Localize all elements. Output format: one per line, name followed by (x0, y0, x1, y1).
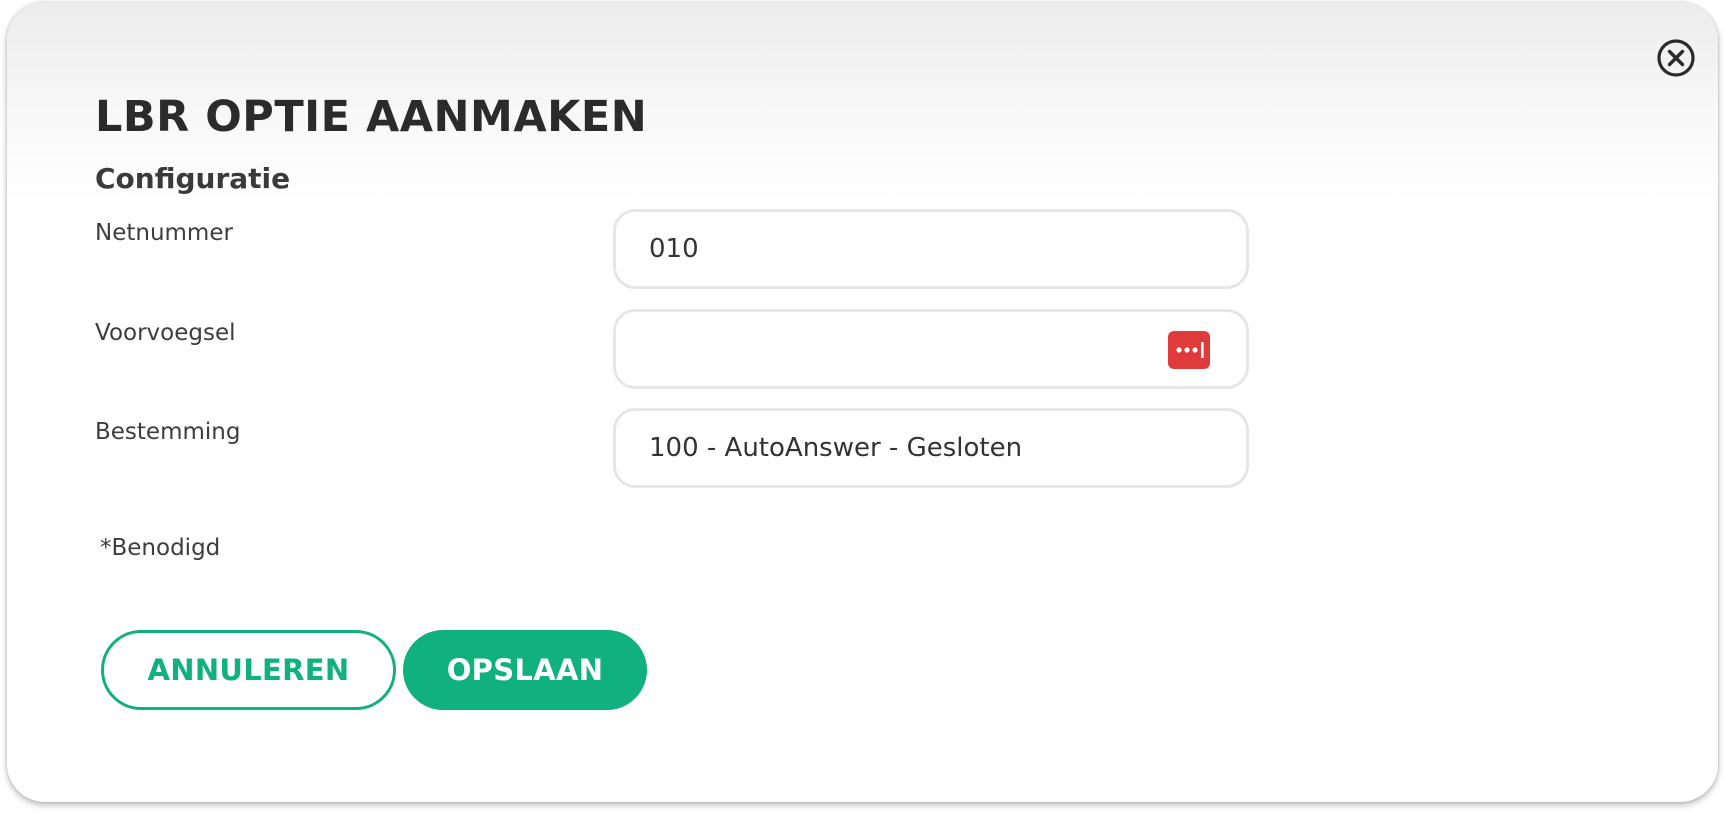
voorvoegsel-input[interactable] (649, 312, 1169, 386)
section-title: Configuratie (95, 162, 291, 195)
cancel-button[interactable]: ANNULEREN (101, 630, 396, 710)
bestemming-field-box (613, 408, 1249, 488)
dialog-title: LBR OPTIE AANMAKEN (95, 92, 648, 142)
netnummer-field-box (613, 209, 1249, 289)
close-circle-icon (1657, 39, 1695, 77)
netnummer-label: Netnummer (95, 220, 233, 246)
required-note: *Benodigd (100, 535, 221, 561)
password-manager-icon (1176, 342, 1204, 358)
password-manager-badge[interactable] (1168, 331, 1210, 369)
create-lbr-option-dialog: LBR OPTIE AANMAKEN Configuratie Netnumme… (7, 2, 1718, 802)
bestemming-label: Bestemming (95, 419, 241, 445)
save-button[interactable]: OPSLAAN (403, 630, 647, 710)
voorvoegsel-label: Voorvoegsel (95, 320, 236, 346)
bestemming-input[interactable] (649, 411, 1169, 485)
netnummer-input[interactable] (649, 212, 1169, 286)
close-button[interactable] (1656, 38, 1696, 78)
voorvoegsel-field-box (613, 309, 1249, 389)
